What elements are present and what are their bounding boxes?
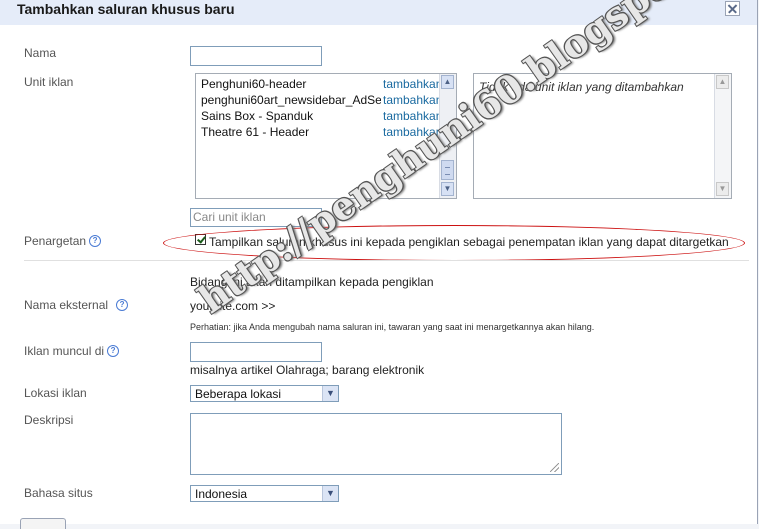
ad-unit-search-input[interactable]: Cari unit iklan xyxy=(190,208,322,227)
description-label: Deskripsi xyxy=(24,413,74,427)
scroll-up-icon[interactable]: ▲ xyxy=(716,75,729,89)
selected-scrollbar[interactable]: ▲ ▼ xyxy=(714,74,731,198)
list-item: penghuni60art_newsidebar_AdSense tambahk… xyxy=(201,93,442,109)
help-icon[interactable]: ? xyxy=(116,299,129,311)
ad-unit-name: penghuni60art_newsidebar_AdSense xyxy=(201,93,381,107)
ad-unit-name: Penghuni60-header xyxy=(201,77,307,91)
dialog-title: Tambahkan saluran khusus baru xyxy=(17,1,235,17)
add-link[interactable]: tambahkan xyxy=(383,125,442,139)
ads-appear-label: Iklan muncul di? xyxy=(24,344,120,358)
ad-units-scrollbar[interactable]: ▲ ▼ xyxy=(439,74,456,198)
external-name-label-text: Nama eksternal xyxy=(24,298,109,312)
name-label: Nama xyxy=(24,46,57,60)
list-item: Sains Box - Spanduk tambahkan xyxy=(201,109,442,125)
help-icon[interactable]: ? xyxy=(89,235,102,247)
dialog-title-bar: Tambahkan saluran khusus baru xyxy=(0,0,757,25)
targeting-label: Penargetan? xyxy=(24,234,102,248)
targeting-note: Bidang ini akan ditampilkan kepada pengi… xyxy=(190,275,434,289)
ad-unit-name: Theatre 61 - Header xyxy=(201,125,310,139)
ads-appear-hint: misalnya artikel Olahraga; barang elektr… xyxy=(190,363,425,377)
scroll-down-icon[interactable]: ▼ xyxy=(716,182,729,196)
ad-units-list[interactable]: Penghuni60-header tambahkan penghuni60ar… xyxy=(195,73,457,199)
site-language-value: Indonesia xyxy=(195,487,248,501)
targeting-label-text: Penargetan xyxy=(24,234,87,248)
annotation-ellipse xyxy=(163,225,745,261)
close-icon[interactable] xyxy=(725,1,740,16)
description-textarea[interactable] xyxy=(190,413,562,475)
ad-location-select[interactable]: Beberapa lokasi ▼ xyxy=(190,385,339,402)
divider xyxy=(24,260,749,261)
ad-unit-name: Sains Box - Spanduk xyxy=(201,109,314,123)
scroll-up-icon[interactable]: ▲ xyxy=(441,75,454,89)
chevron-down-icon[interactable]: ▼ xyxy=(322,386,338,401)
ads-appear-label-text: Iklan muncul di xyxy=(24,344,105,358)
search-placeholder: Cari unit iklan xyxy=(193,210,266,224)
site-language-select[interactable]: Indonesia ▼ xyxy=(190,485,339,502)
external-name-warning: Perhatian: jika Anda mengubah nama salur… xyxy=(190,322,595,332)
ad-units-label: Unit iklan xyxy=(24,75,74,89)
name-input[interactable] xyxy=(190,46,322,66)
selected-ad-units-list[interactable]: Tidak ada unit iklan yang ditambahkan ▲ … xyxy=(473,73,732,199)
chevron-down-icon[interactable]: ▼ xyxy=(322,486,338,501)
selected-empty-text: Tidak ada unit iklan yang ditambahkan xyxy=(479,80,684,94)
list-item: Theatre 61 - Header tambahkan xyxy=(201,125,442,141)
ads-appear-input[interactable] xyxy=(190,342,322,362)
scroll-down-icon[interactable]: ▼ xyxy=(441,182,454,196)
add-link[interactable]: tambahkan xyxy=(383,77,442,91)
list-item: Penghuni60-header tambahkan xyxy=(201,77,442,93)
site-language-label: Bahasa situs xyxy=(24,486,93,500)
scroll-thumb[interactable] xyxy=(441,160,454,180)
external-name-label: Nama eksternal? xyxy=(24,298,129,312)
ad-location-label: Lokasi iklan xyxy=(24,386,87,400)
add-link[interactable]: tambahkan xyxy=(383,93,442,107)
add-link[interactable]: tambahkan xyxy=(383,109,442,123)
help-icon[interactable]: ? xyxy=(107,345,120,357)
ad-location-value: Beberapa lokasi xyxy=(195,387,282,401)
resize-grip-icon[interactable] xyxy=(550,463,559,472)
external-name-value[interactable]: yoursite.com >> xyxy=(190,299,275,313)
